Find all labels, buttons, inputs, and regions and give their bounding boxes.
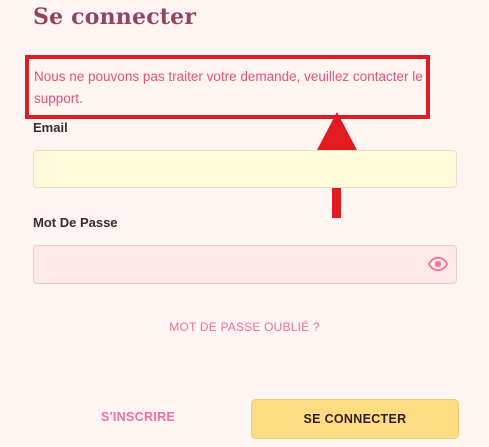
password-input[interactable]: [33, 245, 457, 284]
login-button[interactable]: SE CONNECTER: [251, 399, 459, 439]
register-link[interactable]: S'INSCRIRE: [101, 410, 175, 424]
email-input[interactable]: [33, 150, 457, 188]
forgot-password-link[interactable]: MOT DE PASSE OUBLIÉ ?: [0, 320, 489, 334]
email-label: Email: [33, 120, 68, 135]
password-label: Mot De Passe: [33, 215, 118, 230]
error-message: Nous ne pouvons pas traiter votre demand…: [34, 69, 423, 106]
page-title: Se connecter: [33, 4, 197, 30]
eye-icon[interactable]: [428, 255, 448, 273]
